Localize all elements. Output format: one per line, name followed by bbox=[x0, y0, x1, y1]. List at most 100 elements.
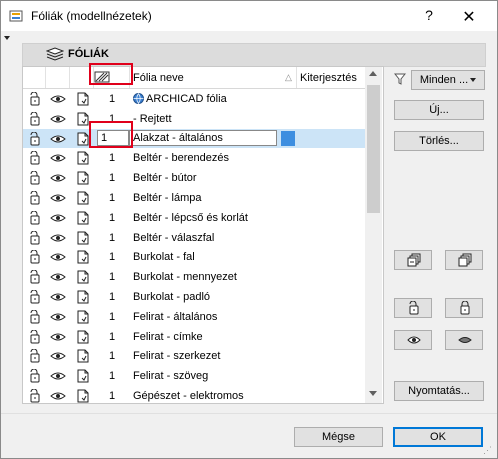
lock-open-icon[interactable] bbox=[28, 131, 42, 149]
intersection-group-number: 1 bbox=[109, 172, 116, 185]
lock-open-icon[interactable] bbox=[28, 91, 42, 109]
layer-row[interactable]: 1 Felirat - általános bbox=[23, 307, 367, 327]
page-icon[interactable] bbox=[76, 389, 90, 403]
filter-dropdown[interactable]: Minden ... bbox=[411, 70, 485, 90]
column-name-header[interactable]: Fólia neve bbox=[133, 72, 184, 84]
collapse-arrow-icon[interactable] bbox=[4, 36, 10, 40]
page-icon[interactable] bbox=[76, 250, 90, 267]
eye-icon[interactable] bbox=[50, 172, 66, 187]
layer-row[interactable]: 1 Beltér - lépcső és korlát bbox=[23, 208, 367, 228]
eye-icon[interactable] bbox=[50, 311, 66, 326]
eye-icon[interactable] bbox=[50, 370, 66, 385]
lock-open-icon[interactable] bbox=[28, 150, 42, 168]
cancel-button[interactable]: Mégse bbox=[294, 427, 383, 447]
page-icon[interactable] bbox=[76, 92, 90, 109]
lock-button[interactable] bbox=[445, 298, 483, 318]
lock-open-icon[interactable] bbox=[28, 329, 42, 347]
page-icon[interactable] bbox=[76, 191, 90, 208]
layer-row[interactable]: 1 Beltér - lámpa bbox=[23, 188, 367, 208]
layer-row[interactable]: 1 Beltér - bútor bbox=[23, 168, 367, 188]
lock-open-icon[interactable] bbox=[28, 289, 42, 307]
eye-icon[interactable] bbox=[50, 331, 66, 346]
page-icon[interactable] bbox=[76, 132, 90, 149]
eye-icon[interactable] bbox=[50, 251, 66, 266]
eye-icon[interactable] bbox=[50, 232, 66, 247]
eye-icon[interactable] bbox=[50, 93, 66, 108]
print-button[interactable]: Nyomtatás... bbox=[394, 381, 484, 401]
lock-open-icon[interactable] bbox=[28, 170, 42, 188]
layer-row[interactable]: 1 Burkolat - fal bbox=[23, 247, 367, 267]
page-icon[interactable] bbox=[76, 270, 90, 287]
page-icon[interactable] bbox=[76, 171, 90, 188]
lock-open-icon[interactable] bbox=[28, 230, 42, 248]
lock-open-icon[interactable] bbox=[28, 111, 42, 129]
lock-open-icon[interactable] bbox=[28, 388, 42, 403]
page-icon[interactable] bbox=[76, 310, 90, 327]
eye-icon[interactable] bbox=[50, 350, 66, 365]
section-title: FÓLIÁK bbox=[68, 48, 109, 60]
new-button[interactable]: Új... bbox=[394, 100, 484, 120]
page-icon[interactable] bbox=[76, 112, 90, 129]
layer-row[interactable]: 1 ARCHICAD fólia bbox=[23, 89, 367, 109]
eye-icon[interactable] bbox=[50, 212, 66, 227]
show-button[interactable] bbox=[394, 330, 432, 350]
scroll-down-arrow-icon[interactable] bbox=[369, 391, 377, 396]
page-icon[interactable] bbox=[76, 369, 90, 386]
lock-open-icon[interactable] bbox=[28, 368, 42, 386]
filter-icon bbox=[394, 73, 406, 85]
delete-button[interactable]: Törlés... bbox=[394, 131, 484, 151]
page-icon[interactable] bbox=[76, 290, 90, 307]
unlock-button[interactable] bbox=[394, 298, 432, 318]
layer-name-input[interactable]: Alakzat - általános bbox=[129, 129, 277, 146]
layer-name: Beltér - válaszfal bbox=[133, 231, 215, 244]
hide-button[interactable] bbox=[445, 330, 483, 350]
page-icon[interactable] bbox=[76, 231, 90, 248]
lock-open-icon[interactable] bbox=[28, 190, 42, 208]
ok-button[interactable]: OK bbox=[393, 427, 483, 447]
scroll-up-arrow-icon[interactable] bbox=[369, 71, 377, 76]
resize-grip-icon[interactable]: ⋰ bbox=[483, 445, 492, 456]
layer-row[interactable]: 1 Beltér - berendezés bbox=[23, 148, 367, 168]
column-extension-header[interactable]: Kiterjesztés bbox=[300, 72, 357, 84]
layer-row[interactable]: 1 Felirat - szöveg bbox=[23, 366, 367, 386]
lock-closed-icon bbox=[460, 301, 470, 315]
eye-icon[interactable] bbox=[50, 113, 66, 128]
layer-list[interactable]: Fólia neve △ Kiterjesztés 1 ARCHICAD fóli… bbox=[22, 66, 384, 404]
copy-layer-settings-button[interactable] bbox=[394, 250, 432, 270]
page-icon[interactable] bbox=[76, 349, 90, 366]
lock-open-icon[interactable] bbox=[28, 348, 42, 366]
page-icon[interactable] bbox=[76, 330, 90, 347]
layer-row[interactable]: 1 Burkolat - padló bbox=[23, 287, 367, 307]
layer-name: Beltér - berendezés bbox=[133, 152, 229, 165]
layer-row[interactable]: 1 Alakzat - általános bbox=[23, 128, 367, 149]
eye-icon[interactable] bbox=[50, 291, 66, 306]
extension-color-swatch[interactable] bbox=[281, 130, 295, 146]
eye-icon[interactable] bbox=[50, 133, 66, 148]
close-button[interactable]: ✕ bbox=[457, 7, 481, 26]
page-icon[interactable] bbox=[76, 211, 90, 228]
help-button[interactable]: ? bbox=[417, 7, 441, 25]
lock-open-icon[interactable] bbox=[28, 249, 42, 267]
layer-row[interactable]: 1 Felirat - szerkezet bbox=[23, 346, 367, 366]
eye-icon[interactable] bbox=[50, 271, 66, 286]
eye-icon[interactable] bbox=[50, 192, 66, 207]
lock-open-icon[interactable] bbox=[28, 210, 42, 228]
dialog-window: Fóliák (modellnézetek) ? ✕ FÓLIÁK Fólia … bbox=[0, 0, 498, 459]
layer-row[interactable]: 1 Burkolat - mennyezet bbox=[23, 267, 367, 287]
page-icon[interactable] bbox=[76, 151, 90, 168]
eye-icon[interactable] bbox=[50, 390, 66, 403]
eye-icon[interactable] bbox=[50, 152, 66, 167]
layer-row[interactable]: 1 Felirat - címke bbox=[23, 327, 367, 347]
lock-open-icon[interactable] bbox=[28, 269, 42, 287]
vertical-scrollbar[interactable] bbox=[365, 67, 382, 403]
layer-row[interactable]: 1- Rejtett bbox=[23, 109, 367, 129]
layer-name: Beltér - bútor bbox=[133, 172, 197, 185]
divider bbox=[1, 413, 497, 414]
scroll-thumb[interactable] bbox=[367, 85, 380, 213]
lock-open-icon[interactable] bbox=[28, 309, 42, 327]
paste-layer-settings-button[interactable] bbox=[445, 250, 483, 270]
layer-row[interactable]: 1 Gépészet - elektromos bbox=[23, 386, 367, 403]
layer-row[interactable]: 1 Beltér - válaszfal bbox=[23, 228, 367, 248]
intersection-group-number: 1 bbox=[109, 389, 116, 402]
intersection-group-number: 1 bbox=[109, 271, 116, 284]
